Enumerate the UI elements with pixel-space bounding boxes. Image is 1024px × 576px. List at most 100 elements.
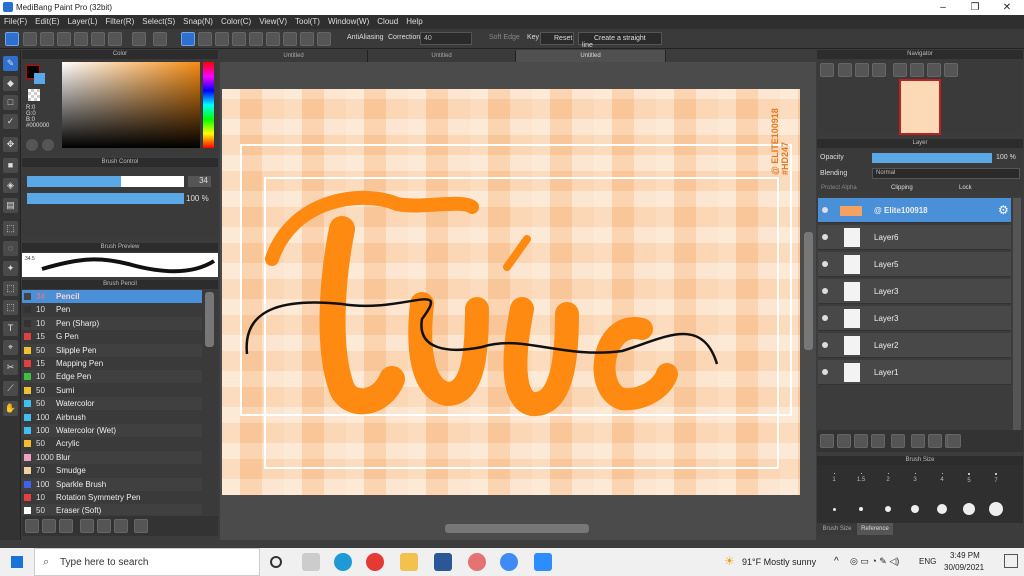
brush-property-icon[interactable] (80, 519, 94, 533)
color-picker-area[interactable] (62, 62, 200, 148)
layer-folder-icon[interactable] (891, 434, 905, 448)
rotate-left-icon[interactable] (893, 63, 907, 77)
brush-cloud-icon[interactable] (25, 519, 39, 533)
brush-menu-icon[interactable] (59, 519, 73, 533)
tab-untitled-2[interactable]: Untitled (368, 50, 516, 62)
language-indicator[interactable]: ENG (919, 557, 936, 566)
snap-parallel-icon[interactable] (198, 32, 212, 46)
menu-view[interactable]: View(V) (255, 15, 291, 26)
menu-tool[interactable]: Tool(T) (291, 15, 324, 26)
word-icon[interactable] (434, 553, 452, 571)
brush-item[interactable]: 10 Edge Pen (22, 370, 202, 384)
fit-window-icon[interactable] (910, 63, 924, 77)
brush-delete-icon[interactable] (134, 519, 148, 533)
brush-item[interactable]: 10 Rotation Symmetry Pen (22, 491, 202, 504)
select-eraser-icon[interactable]: ⬚ (3, 300, 18, 315)
new-layer-icon[interactable] (820, 434, 834, 448)
fill-tool-icon[interactable]: ◈ (3, 178, 18, 193)
brush-size-cell[interactable]: 1.5 (848, 467, 874, 495)
brush-list-scrollbar[interactable] (205, 292, 214, 347)
visibility-icon[interactable] (822, 342, 828, 348)
layer-opacity-slider[interactable] (872, 153, 992, 163)
brush-size-dot[interactable] (963, 503, 975, 515)
pen-mode-icon[interactable] (5, 32, 19, 46)
eraser-tool-icon[interactable]: ◆ (3, 76, 18, 91)
snap-curve-icon[interactable] (283, 32, 297, 46)
layer-row[interactable]: Layer1 (818, 360, 1011, 385)
snap-settings-icon[interactable] (300, 32, 314, 46)
brush-item[interactable]: 50 Eraser (Soft) (22, 504, 202, 515)
close-button[interactable]: ✕ (994, 1, 1020, 14)
brush-size-dot[interactable] (989, 502, 1003, 516)
zoom-actual-icon[interactable] (872, 63, 886, 77)
new-halftone-layer-icon[interactable] (837, 434, 851, 448)
layer-gear-icon[interactable]: ⚙ (998, 203, 1009, 217)
brush-item[interactable]: 100 Sparkle Brush (22, 477, 202, 491)
layer-merge-icon[interactable] (928, 434, 942, 448)
select-tool-icon[interactable]: ⬚ (3, 221, 18, 236)
brush-opacity-slider[interactable] (27, 193, 184, 204)
zoom-app-icon[interactable] (534, 553, 552, 571)
tab-reference[interactable]: Reference (857, 523, 893, 535)
brush-item[interactable]: 15 G Pen (22, 330, 202, 344)
canvas-hscrollbar[interactable] (445, 524, 589, 533)
menu-snap[interactable]: Snap(N) (179, 15, 217, 26)
visibility-icon[interactable] (822, 234, 828, 240)
canvas[interactable]: @ ELITE100918 #HD247 (222, 89, 800, 495)
redo-icon[interactable] (153, 32, 167, 46)
menu-layer[interactable]: Layer(L) (64, 15, 102, 26)
upload-icon[interactable] (74, 32, 88, 46)
zoom-fit-icon[interactable] (855, 63, 869, 77)
layer-row[interactable]: Layer2 (818, 333, 1011, 358)
brush-size-cell[interactable]: 5 (956, 467, 982, 495)
weather-text[interactable]: 91°F Mostly sunny (742, 557, 816, 567)
medibang-icon[interactable] (500, 553, 518, 571)
tab-brush-size[interactable]: Brush Size (817, 523, 857, 535)
brush-item[interactable]: 15 Mapping Pen (22, 357, 202, 370)
divide-tool-icon[interactable]: ✂ (3, 360, 18, 375)
clock-date[interactable]: 30/09/2021 (944, 563, 984, 572)
brush-folder-icon[interactable] (97, 519, 111, 533)
menu-color[interactable]: Color(C) (217, 15, 255, 26)
grid-icon[interactable] (91, 32, 105, 46)
hand-tool-icon[interactable]: ✋ (3, 401, 18, 416)
file-explorer-icon[interactable] (400, 553, 418, 571)
layer-row[interactable]: Layer3 (818, 306, 1011, 331)
brush-item[interactable]: 50 Sumi (22, 383, 202, 397)
brush-duplicate-icon[interactable] (114, 519, 128, 533)
palette-icon[interactable] (26, 139, 38, 151)
clipping-checkbox[interactable]: Clipping (891, 185, 913, 191)
brush-size-value[interactable]: 34 (188, 176, 211, 187)
open-icon[interactable] (40, 32, 54, 46)
brush-size-dot[interactable] (832, 507, 836, 511)
new-8bit-layer-icon[interactable] (854, 434, 868, 448)
brush-size-dot[interactable] (911, 505, 919, 513)
brush-item[interactable]: 1000 Blur (22, 450, 202, 464)
navigator-thumbnail[interactable] (899, 79, 941, 135)
visibility-icon[interactable] (822, 207, 828, 213)
brush-size-dot[interactable] (885, 506, 891, 512)
menu-help[interactable]: Help (402, 15, 426, 26)
flip-icon[interactable] (944, 63, 958, 77)
windows-start-icon[interactable] (11, 556, 23, 568)
undo-icon[interactable] (132, 32, 146, 46)
clock-time[interactable]: 3:49 PM (950, 551, 980, 560)
dot-tool-icon[interactable]: ✓ (3, 114, 18, 129)
transparent-swatch[interactable] (28, 89, 40, 101)
brush-size-cell[interactable]: 7 (983, 467, 1009, 495)
brush-item[interactable]: 10 Pen (Sharp) (22, 316, 202, 330)
brush-size-cell[interactable]: 3 (902, 467, 928, 495)
brush-size-cell[interactable]: 2 (875, 467, 901, 495)
cortana-icon[interactable] (270, 556, 282, 568)
brush-item[interactable]: 100 Watercolor (Wet) (22, 424, 202, 437)
eyedropper-icon[interactable]: ⟋ (3, 381, 18, 396)
secondary-color-swatch[interactable] (34, 73, 45, 84)
brush-size-slider[interactable] (27, 176, 184, 187)
brush-item[interactable]: 50 Watercolor (22, 397, 202, 411)
snap-star-icon[interactable] (249, 32, 263, 46)
brush-size-dot[interactable] (859, 507, 863, 511)
notification-icon[interactable] (1004, 554, 1018, 568)
shape-tool-icon[interactable]: ■ (3, 158, 18, 173)
snap-off-icon[interactable] (181, 32, 195, 46)
hue-slider[interactable] (203, 62, 214, 148)
